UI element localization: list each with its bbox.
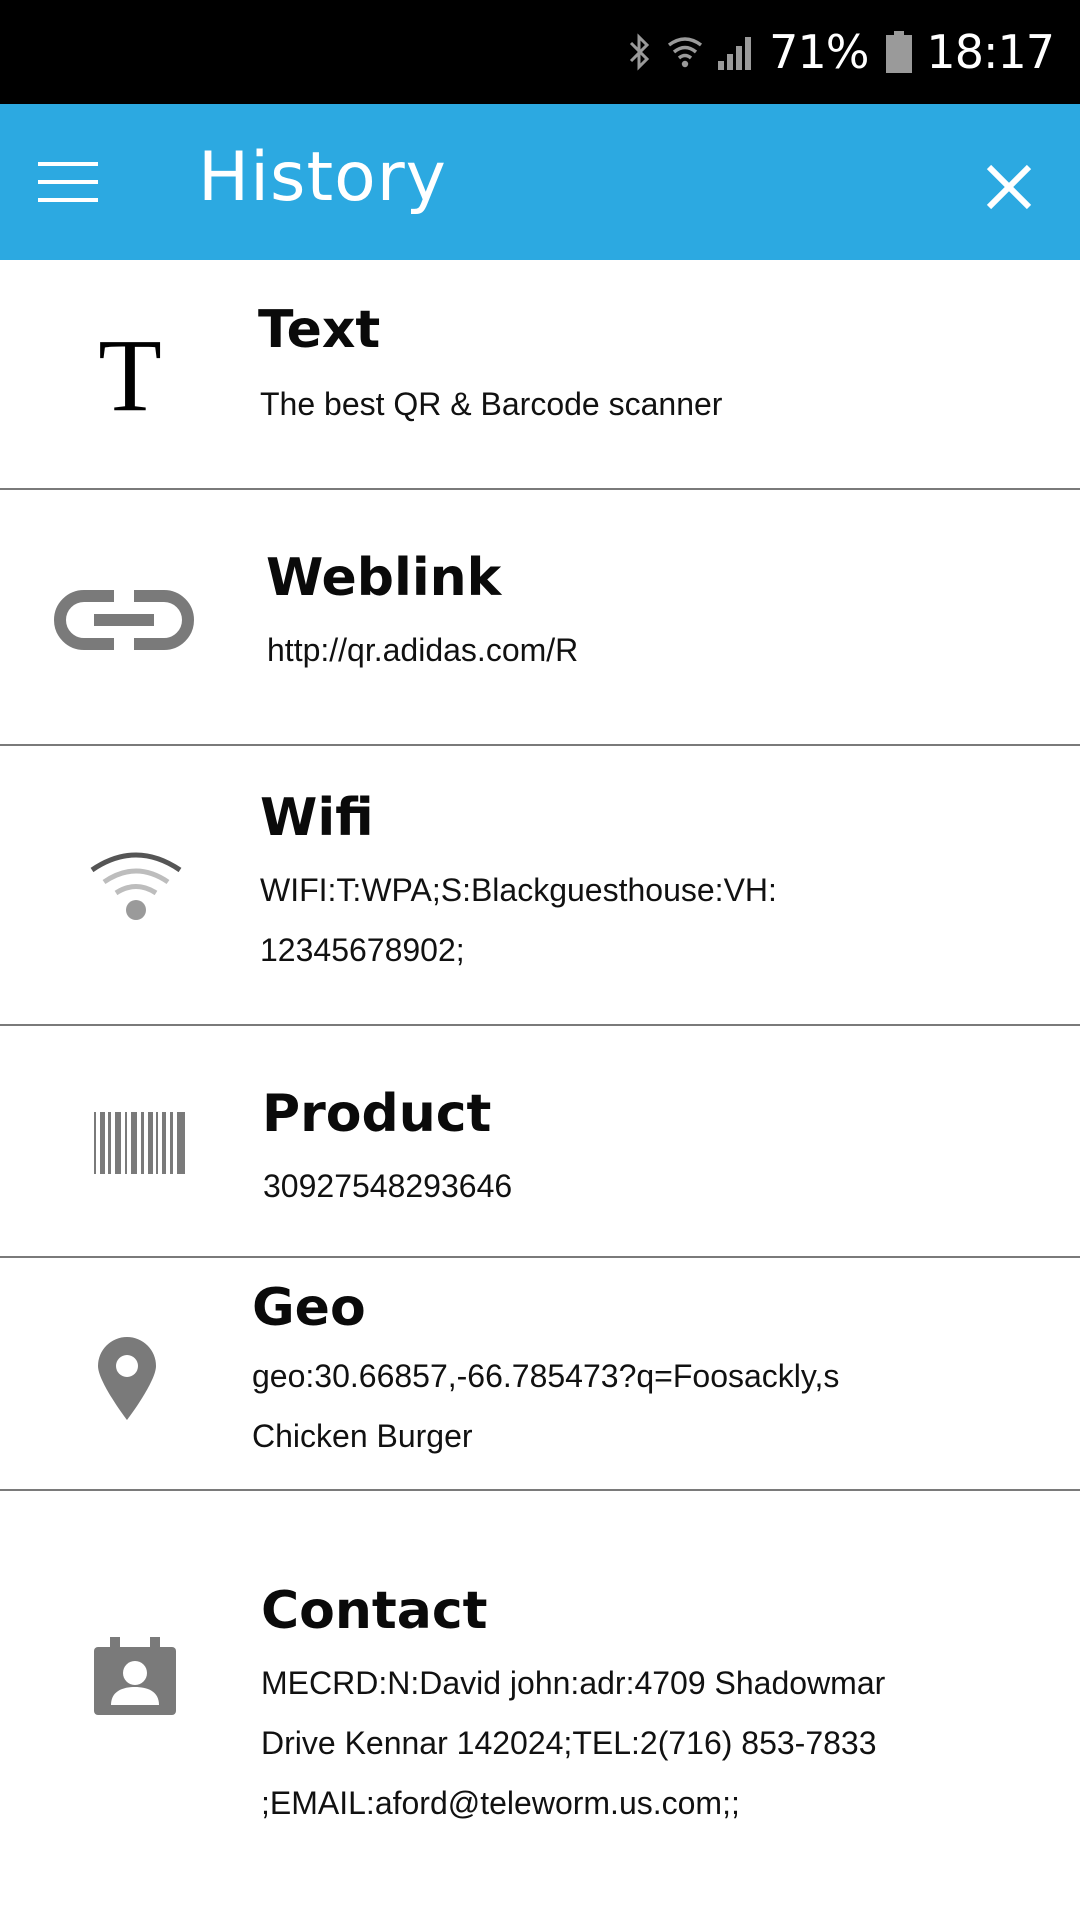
history-item-contact[interactable]: Contact MECRD:N:David john:adr:4709 Shad…	[0, 1491, 1080, 1920]
cell-signal-icon	[717, 33, 755, 71]
bluetooth-icon	[627, 32, 653, 72]
contact-card-icon	[94, 1637, 176, 1715]
item-value: geo:30.66857,-66.785473?q=Foosackly,s Ch…	[252, 1358, 840, 1454]
item-type-label: Weblink	[266, 548, 502, 608]
wifi-icon	[88, 846, 184, 922]
item-value: http://qr.adidas.com/R	[267, 632, 579, 668]
hamburger-menu-icon[interactable]	[38, 162, 100, 202]
item-value: WIFI:T:WPA;S:Blackguesthouse:VH: 1234567…	[260, 872, 777, 968]
text-icon: T	[90, 328, 170, 418]
item-type-label: Geo	[252, 1278, 366, 1338]
item-type-label: Wifi	[260, 788, 374, 848]
status-bar: 71% 18:17	[0, 0, 1080, 104]
item-type-label: Contact	[261, 1581, 488, 1641]
svg-text:T: T	[98, 328, 162, 418]
history-item-geo[interactable]: Geo geo:30.66857,-66.785473?q=Foosackly,…	[0, 1258, 1080, 1491]
page-title: History	[198, 138, 447, 217]
history-list: T Text The best QR & Barcode scanner Web…	[0, 260, 1080, 1920]
history-item-wifi[interactable]: Wifi WIFI:T:WPA;S:Blackguesthouse:VH: 12…	[0, 746, 1080, 1026]
barcode-icon	[92, 1112, 188, 1174]
battery-icon	[886, 31, 913, 73]
history-item-product[interactable]: Product 30927548293646	[0, 1026, 1080, 1258]
link-icon	[52, 588, 196, 652]
item-value: 30927548293646	[263, 1168, 513, 1204]
battery-percent: 71%	[769, 25, 869, 79]
item-value: The best QR & Barcode scanner	[260, 386, 723, 422]
wifi-signal-icon	[667, 35, 703, 69]
item-type-label: Product	[262, 1084, 492, 1144]
app-bar: History	[0, 104, 1080, 260]
clock-time: 18:17	[926, 25, 1055, 79]
item-value: MECRD:N:David john:adr:4709 Shadowmar Dr…	[261, 1665, 886, 1821]
location-pin-icon	[96, 1336, 158, 1420]
history-item-text[interactable]: T Text The best QR & Barcode scanner	[0, 260, 1080, 490]
history-item-weblink[interactable]: Weblink http://qr.adidas.com/R	[0, 490, 1080, 746]
close-icon[interactable]	[986, 164, 1032, 210]
item-type-label: Text	[258, 300, 381, 360]
